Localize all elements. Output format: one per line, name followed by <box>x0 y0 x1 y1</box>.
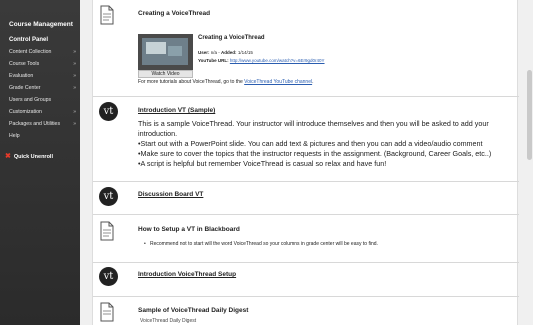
item-title[interactable]: Discussion Board VT <box>138 191 203 198</box>
video-thumbnail[interactable] <box>138 34 193 70</box>
added-value: 1/14/15 <box>237 50 253 55</box>
user-label: User: <box>198 50 210 55</box>
document-icon <box>99 302 119 322</box>
vt-logo-text: vt <box>99 102 118 121</box>
item-title[interactable]: Introduction VT (Sample) <box>138 107 215 114</box>
description-line: introduction. <box>138 129 178 138</box>
description-line: •Start out with a PowerPoint slide. You … <box>138 139 483 148</box>
digest-subtitle: VoiceThread Daily Digest <box>140 318 197 324</box>
control-panel-menu: Content Collection » Course Tools » Evalua… <box>0 46 80 142</box>
tutorial-line: For more tutorials about VoiceThread, go… <box>138 79 314 85</box>
x-icon: ✖ <box>5 153 11 160</box>
sidebar-item-customization[interactable]: Customization » <box>0 106 80 118</box>
sidebar-item-label: Help <box>9 133 20 139</box>
vt-logo-text: vt <box>99 267 118 286</box>
youtube-channel-link[interactable]: VoiceThread YouTube channel <box>244 79 312 85</box>
tutorial-suffix: . <box>312 79 314 85</box>
description-line: •A script is helpful but remember VoiceT… <box>138 159 387 168</box>
youtube-url-row: YouTube URL: http://www.youtube.com/watc… <box>198 58 325 63</box>
sidebar-item-evaluation[interactable]: Evaluation » <box>0 70 80 82</box>
user-value: n/a <box>210 50 218 55</box>
item-title[interactable]: How to Setup a VT in Blackboard <box>138 226 240 233</box>
sidebar-item-help[interactable]: Help <box>0 130 80 142</box>
sidebar-item-label: Packages and Utilities <box>9 121 61 127</box>
sidebar-item-users-and-groups[interactable]: Users and Groups <box>0 94 80 106</box>
sidebar-item-label: Course Tools <box>9 61 40 67</box>
introduction-description: This is a sample VoiceThread. Your instr… <box>138 119 508 169</box>
vertical-scrollbar[interactable] <box>525 0 533 325</box>
sidebar-item-label: Evaluation <box>9 73 34 79</box>
item-title[interactable]: Sample of VoiceThread Daily Digest <box>138 307 248 314</box>
description-line: This is a sample VoiceThread. Your instr… <box>138 119 489 128</box>
content-list: Creating a VoiceThread Watch Video Creat… <box>92 0 519 325</box>
video-title: Creating a VoiceThread <box>198 35 265 41</box>
voicethread-logo-icon: vt <box>99 187 119 207</box>
quick-unenroll-label: Quick Unenroll <box>13 154 53 160</box>
content-item-creating-voicethread: Creating a VoiceThread Watch Video Creat… <box>93 0 519 97</box>
expand-arrow-icon[interactable]: » <box>73 82 76 94</box>
description-line: •Make sure to cover the topics that the … <box>138 149 492 158</box>
sidebar-item-label: Content Collection <box>9 49 52 55</box>
control-panel-heading[interactable]: Control Panel <box>9 37 48 43</box>
sidebar-item-label: Grade Center <box>9 85 41 91</box>
document-icon <box>99 5 119 25</box>
item-title[interactable]: Introduction VoiceThread Setup <box>138 271 236 278</box>
video-meta: User: n/a - Added: 1/14/15 <box>198 50 253 55</box>
youtube-url-link[interactable]: http://www.youtube.com/watch?v=6Er9gd0r4… <box>230 58 325 63</box>
added-label: Added: <box>221 50 237 55</box>
setup-note: Recommend not to start will the word Voi… <box>144 241 378 247</box>
watch-video-button[interactable]: Watch Video <box>138 70 193 78</box>
expand-arrow-icon[interactable]: » <box>73 106 76 118</box>
course-management-sidebar: Course Management Control Panel Content … <box>0 0 80 325</box>
quick-unenroll-link[interactable]: ✖ Quick Unenroll <box>5 152 53 160</box>
sidebar-item-label: Customization <box>9 109 42 115</box>
sidebar-item-grade-center[interactable]: Grade Center » <box>0 82 80 94</box>
expand-arrow-icon[interactable]: » <box>73 118 76 130</box>
expand-arrow-icon[interactable]: » <box>73 58 76 70</box>
expand-arrow-icon[interactable]: » <box>73 70 76 82</box>
content-item-intro-voicethread-setup: vt Introduction VoiceThread Setup <box>93 263 519 297</box>
scrollbar-thumb[interactable] <box>527 70 532 160</box>
content-area: Creating a VoiceThread Watch Video Creat… <box>80 0 533 325</box>
course-management-title: Course Management <box>9 21 73 28</box>
sidebar-item-label: Users and Groups <box>9 97 52 103</box>
sidebar-item-course-tools[interactable]: Course Tools » <box>0 58 80 70</box>
content-item-setup-vt: How to Setup a VT in Blackboard <box>93 215 519 263</box>
content-item-discussion-board-vt: vt Discussion Board VT <box>93 182 519 215</box>
voicethread-logo-icon: vt <box>99 102 119 122</box>
item-title[interactable]: Creating a VoiceThread <box>138 10 210 17</box>
expand-arrow-icon[interactable]: » <box>73 46 76 58</box>
tutorial-prefix: For more tutorials about VoiceThread, go… <box>138 79 245 85</box>
sidebar-item-content-collection[interactable]: Content Collection » <box>0 46 80 58</box>
sidebar-item-packages-and-utilities[interactable]: Packages and Utilities » <box>0 118 80 130</box>
url-label: YouTube URL: <box>198 58 229 63</box>
vt-logo-text: vt <box>99 187 118 206</box>
voicethread-logo-icon: vt <box>99 267 119 287</box>
document-icon <box>99 221 119 241</box>
